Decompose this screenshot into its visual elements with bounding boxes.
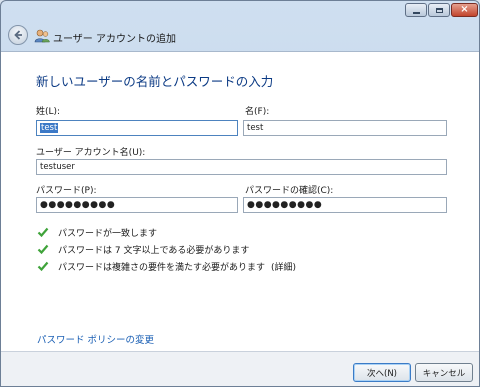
wizard-window: × ユーザー アカウントの追加 新しいユーザーの名前とパスワードの入力 姓(L)… (0, 0, 480, 387)
check-text: パスワードは複雑さの要件を満たす必要があります (58, 262, 266, 273)
cancel-button[interactable]: キャンセル (415, 363, 473, 382)
check-password-length: パスワードは 7 文字以上である必要があります (37, 242, 249, 256)
check-password-complexity: パスワードは複雑さの要件を満たす必要があります (詳細) (37, 259, 296, 273)
check-text: パスワードが一致します (58, 228, 158, 239)
password-input[interactable]: ●●●●●●●●● (36, 197, 238, 213)
maximize-icon (435, 7, 443, 13)
window-title: ユーザー アカウントの追加 (53, 34, 176, 45)
check-passwords-match: パスワードが一致します (37, 225, 157, 239)
last-name-label: 姓(L): (36, 107, 61, 117)
title-bar: × (1, 1, 479, 21)
change-password-policy-link[interactable]: パスワード ポリシーの変更 (37, 332, 154, 346)
last-name-value: test (40, 123, 59, 133)
last-name-input[interactable]: test (36, 120, 238, 136)
check-text: パスワードは 7 文字以上である必要があります (58, 245, 250, 256)
confirm-password-input[interactable]: ●●●●●●●●● (243, 197, 447, 213)
minimize-icon (412, 11, 420, 14)
next-button[interactable]: 次へ(N) (353, 363, 411, 382)
page-heading: 新しいユーザーの名前とパスワードの入力 (36, 74, 274, 89)
password-value: ●●●●●●●●● (40, 200, 116, 210)
password-label: パスワード(P): (36, 186, 97, 196)
maximize-button[interactable] (428, 3, 450, 17)
checkmark-icon (37, 244, 49, 255)
confirm-password-label: パスワードの確認(C): (245, 186, 334, 196)
confirm-password-value: ●●●●●●●●● (247, 200, 323, 210)
close-icon: × (460, 4, 469, 15)
navigation-bar: ユーザー アカウントの追加 (1, 21, 479, 51)
checkmark-icon (37, 261, 49, 272)
first-name-input[interactable]: test (243, 120, 447, 136)
back-button[interactable] (8, 25, 28, 45)
wizard-content: 新しいユーザーの名前とパスワードの入力 姓(L): test 名(F): tes… (1, 51, 479, 352)
checkmark-icon (37, 227, 49, 238)
details-link[interactable]: (詳細) (271, 260, 296, 273)
minimize-button[interactable] (405, 3, 427, 17)
back-arrow-icon (14, 30, 22, 40)
button-bar: 次へ(N) キャンセル (1, 351, 479, 386)
user-accounts-icon (34, 29, 50, 43)
account-name-input[interactable]: testuser (36, 159, 447, 175)
first-name-label: 名(F): (245, 107, 270, 117)
close-button[interactable]: × (451, 3, 478, 17)
account-name-value: testuser (40, 162, 75, 172)
account-name-label: ユーザー アカウント名(U): (36, 148, 146, 158)
first-name-value: test (247, 123, 264, 133)
